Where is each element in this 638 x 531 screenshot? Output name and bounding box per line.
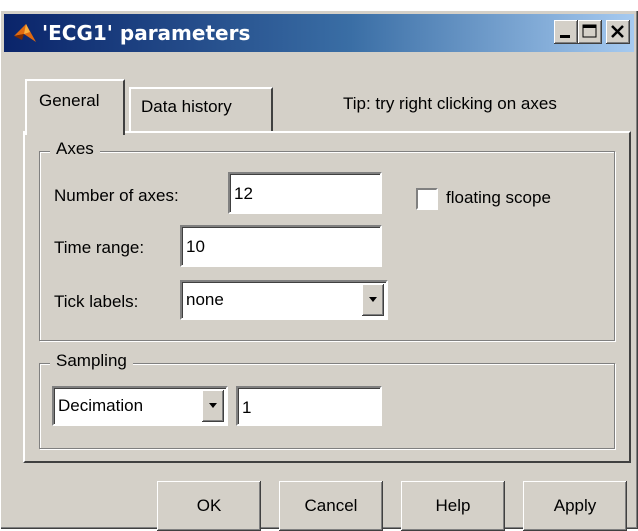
tab-data-history-label: Data history (141, 97, 232, 116)
tip-text: Tip: try right clicking on axes (343, 94, 557, 113)
chevron-down-icon (209, 403, 217, 408)
number-of-axes-label: Number of axes: (54, 186, 179, 205)
chevron-down-icon (369, 297, 377, 302)
help-button[interactable]: Help (401, 481, 505, 531)
cancel-button[interactable]: Cancel (279, 481, 383, 531)
sampling-mode-select[interactable]: Decimation (52, 386, 228, 426)
ok-button[interactable]: OK (157, 481, 261, 531)
dialog-window: 'ECG1' parameters General Data history T… (0, 10, 638, 531)
window-title: 'ECG1' parameters (42, 21, 251, 45)
minimize-icon (560, 35, 570, 38)
maximize-icon (582, 24, 597, 38)
minimize-button[interactable] (554, 20, 578, 44)
close-icon (611, 25, 624, 38)
sampling-group-legend: Sampling (50, 351, 133, 371)
time-range-input[interactable]: 10 (180, 225, 382, 267)
tick-labels-value: none (186, 290, 224, 309)
tick-labels-dropdown-button[interactable] (362, 284, 384, 316)
floating-scope-label[interactable]: floating scope (446, 188, 551, 208)
time-range-label: Time range: (54, 238, 145, 257)
number-of-axes-input[interactable]: 12 (228, 172, 382, 214)
apply-button[interactable]: Apply (523, 481, 627, 531)
sampling-group: Sampling Decimation 1 (39, 351, 615, 449)
matlab-logo-icon (14, 24, 36, 42)
tab-data-history[interactable]: Data history (129, 87, 273, 131)
general-tab-panel: Axes Number of axes: 12 floating scope T… (23, 131, 631, 463)
close-button[interactable] (606, 20, 630, 44)
maximize-button[interactable] (578, 20, 602, 44)
tick-labels-label: Tick labels: (54, 292, 139, 311)
axes-group: Axes Number of axes: 12 floating scope T… (39, 139, 615, 341)
tab-general-label: General (39, 91, 100, 110)
tick-labels-select[interactable]: none (180, 280, 388, 320)
decimation-factor-input[interactable]: 1 (236, 386, 382, 426)
sampling-mode-value: Decimation (58, 396, 144, 415)
sampling-mode-dropdown-button[interactable] (202, 390, 224, 422)
floating-scope-checkbox[interactable] (416, 188, 438, 210)
axes-group-legend: Axes (50, 139, 100, 159)
tab-general[interactable]: General (25, 79, 125, 135)
title-bar[interactable]: 'ECG1' parameters (4, 14, 634, 52)
